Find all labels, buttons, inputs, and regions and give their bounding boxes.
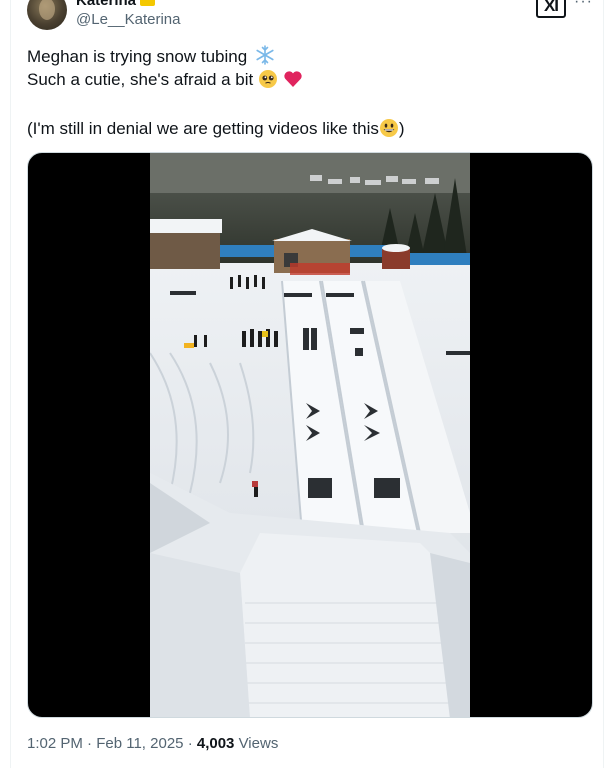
tweet-time[interactable]: 1:02 PM xyxy=(27,735,83,752)
card-border-right xyxy=(603,0,604,768)
tweet-text-line-1: Meghan is trying snow tubing xyxy=(27,45,275,68)
views-count: 4,003 xyxy=(196,735,235,752)
tweet-text-line-2: Such a cutie, she's afraid a bit xyxy=(27,69,303,91)
tweet-line-2-text: Such a cutie, she's afraid a bit xyxy=(27,70,254,89)
tweet-line-3-text: (I'm still in denial we are getting vide… xyxy=(27,119,379,138)
author-display-name[interactable]: Katerina xyxy=(76,0,136,10)
tweet-line-1-text: Meghan is trying snow tubing xyxy=(27,47,248,66)
snow-tubing-scene xyxy=(150,153,470,717)
grok-logo-icon[interactable]: XI xyxy=(536,0,566,18)
views-label: Views xyxy=(238,735,279,752)
card-border-left xyxy=(10,0,11,768)
avatar[interactable] xyxy=(27,0,67,30)
author-handle[interactable]: @Le__Katerina xyxy=(76,10,180,30)
grinning-face-emoji-icon xyxy=(379,119,398,137)
meta-separator: · xyxy=(87,735,93,752)
tweet-text-line-3: (I'm still in denial we are getting vide… xyxy=(27,118,405,140)
tweet-date[interactable]: Feb 11, 2025 xyxy=(96,735,183,752)
more-options-icon[interactable]: ··· xyxy=(574,0,593,10)
snowflake-emoji-icon xyxy=(256,45,274,65)
video-frame xyxy=(150,153,470,717)
tweet-meta: 1:02 PM · Feb 11, 2025 · 4,003 Views xyxy=(27,734,278,754)
meta-separator: · xyxy=(187,735,193,752)
red-heart-emoji-icon xyxy=(284,71,302,87)
tweet-video[interactable] xyxy=(27,152,593,718)
pleading-face-emoji-icon xyxy=(259,70,277,88)
tweet-line-3-close: ) xyxy=(398,119,405,138)
verified-badge-icon xyxy=(140,0,155,6)
